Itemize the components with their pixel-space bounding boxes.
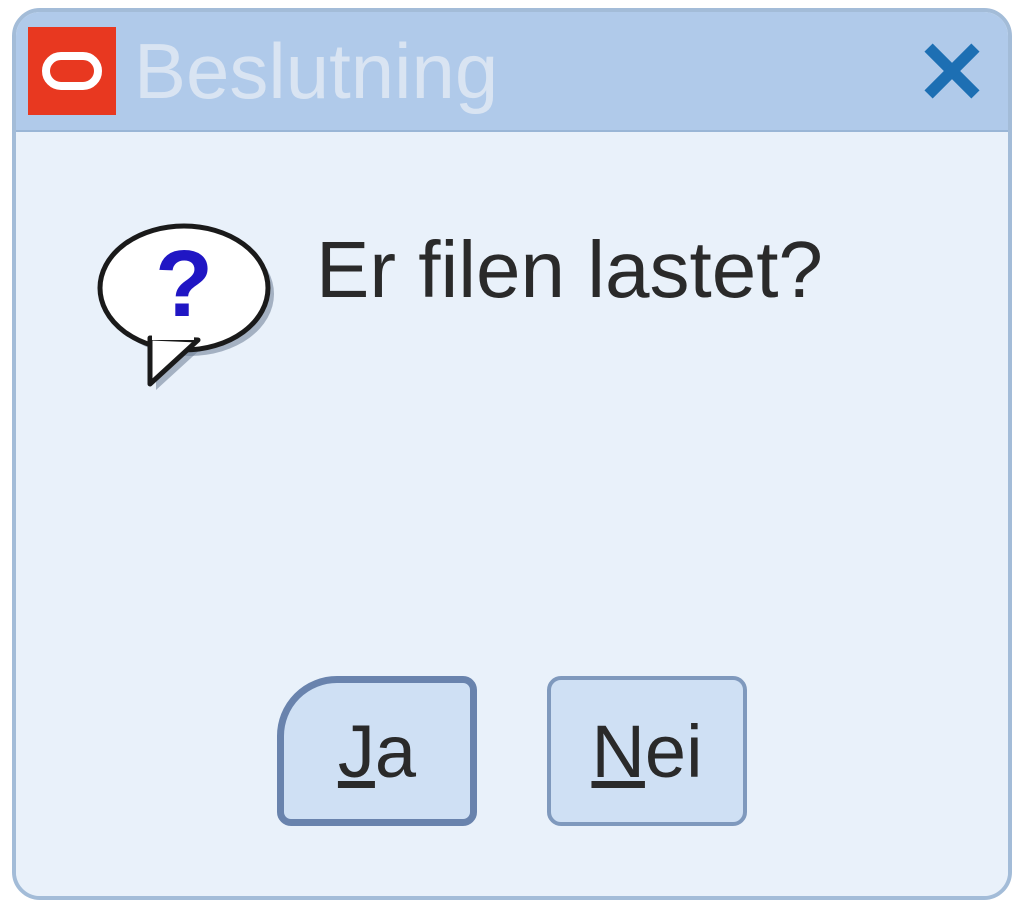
yes-accelerator: J bbox=[338, 710, 375, 793]
titlebar[interactable]: Beslutning bbox=[16, 12, 1008, 132]
oracle-icon bbox=[28, 27, 116, 115]
no-accelerator: N bbox=[591, 710, 644, 793]
no-button[interactable]: Nei bbox=[547, 676, 747, 826]
yes-label-rest: a bbox=[375, 710, 416, 793]
dialog-message: Er filen lastet? bbox=[316, 226, 823, 314]
close-button[interactable] bbox=[916, 35, 988, 107]
svg-text:?: ? bbox=[155, 231, 213, 337]
button-row: Ja Nei bbox=[16, 676, 1008, 826]
dialog-title: Beslutning bbox=[134, 32, 916, 110]
yes-button[interactable]: Ja bbox=[277, 676, 477, 826]
decision-dialog: Beslutning ? bbox=[12, 8, 1012, 900]
dialog-body: ? Er filen lastet? Ja Nei bbox=[16, 132, 1008, 896]
message-row: ? Er filen lastet? bbox=[16, 132, 1008, 412]
no-label-rest: ei bbox=[645, 710, 703, 793]
close-icon bbox=[923, 42, 981, 100]
question-bubble-icon: ? bbox=[86, 212, 286, 412]
